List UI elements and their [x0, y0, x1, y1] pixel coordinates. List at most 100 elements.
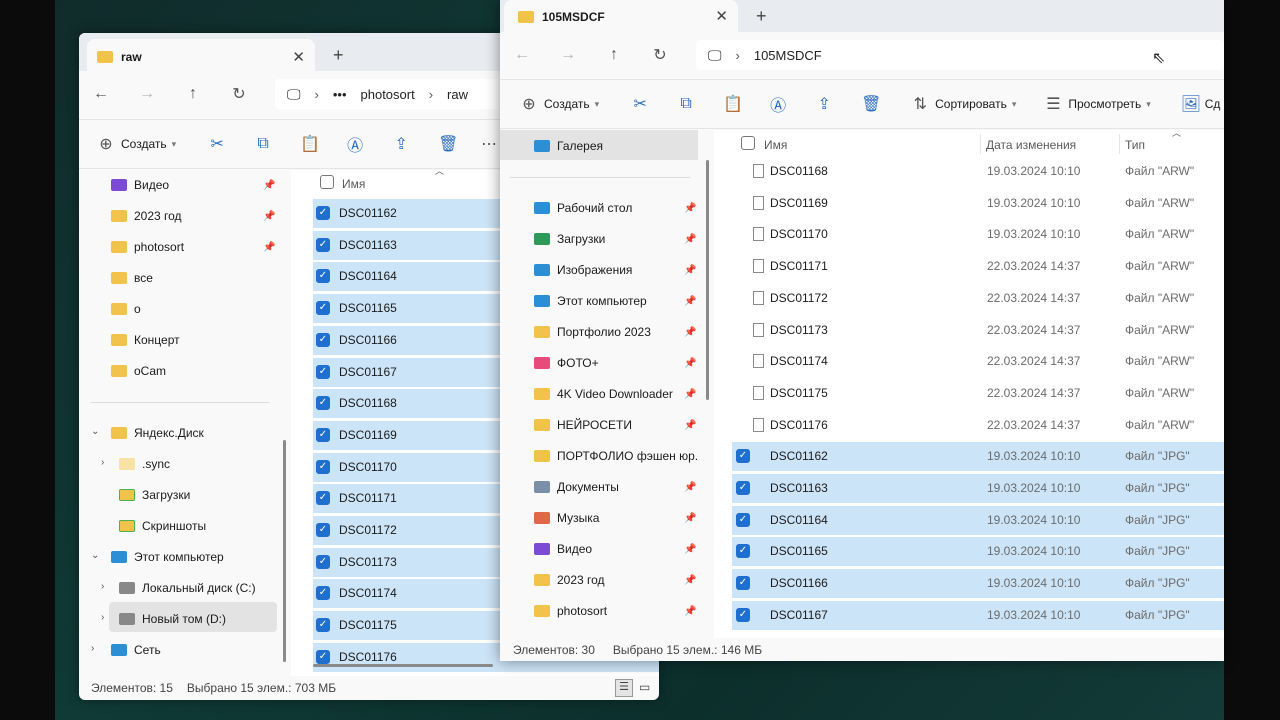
sidebar-item-ocam[interactable]: oCam — [111, 358, 166, 384]
chevron-right-icon[interactable]: › — [101, 581, 104, 592]
sidebar-scrollbar[interactable] — [283, 440, 286, 662]
new-tab-icon[interactable]: + — [333, 45, 344, 66]
row-checkbox[interactable]: ✓ — [316, 237, 330, 252]
address-bar[interactable]: 🖵 › 105MSDCF — [696, 40, 1224, 70]
sidebar-item[interactable]: Рабочий стол — [534, 195, 632, 221]
row-checkbox[interactable]: ✓ — [736, 607, 750, 622]
sidebar-item-drive-d[interactable]: Новый том (D:) — [119, 606, 226, 632]
sidebar-item-yandex-disk[interactable]: Яндекс.Диск — [111, 420, 204, 446]
sidebar-item-sync[interactable]: .sync — [119, 451, 170, 477]
breadcrumb-105msdcf[interactable]: 105MSDCF — [754, 48, 822, 63]
table-row[interactable]: DSC01170 19.03.2024 10:10 Файл "ARW" — [732, 220, 1224, 249]
tab-raw[interactable]: raw ✕ — [87, 39, 315, 75]
close-icon[interactable]: ✕ — [292, 48, 305, 66]
sidebar-item-concert[interactable]: Концерт — [111, 327, 180, 353]
more-icon[interactable]: ⋯ — [480, 134, 498, 154]
table-row[interactable]: DSC01174 22.03.2024 14:37 Файл "ARW" — [732, 347, 1224, 376]
breadcrumb-photosort[interactable]: photosort — [361, 87, 415, 102]
row-checkbox[interactable]: ✓ — [736, 512, 750, 527]
table-row[interactable]: DSC01176 22.03.2024 14:37 Файл "ARW" — [732, 411, 1224, 440]
row-checkbox[interactable]: ✓ — [316, 618, 330, 633]
cut-icon[interactable]: ✂ — [208, 134, 226, 154]
sidebar-scrollbar[interactable] — [706, 160, 709, 400]
refresh-icon[interactable]: ↻ — [648, 45, 672, 65]
sidebar-item-this-pc[interactable]: Этот компьютер — [111, 544, 224, 570]
table-row[interactable]: DSC01172 22.03.2024 14:37 Файл "ARW" — [732, 284, 1224, 313]
row-checkbox[interactable]: ✓ — [316, 491, 330, 506]
column-header-name[interactable]: Имя — [342, 177, 365, 191]
horizontal-scrollbar[interactable] — [313, 664, 493, 667]
table-row[interactable]: DSC01173 22.03.2024 14:37 Файл "ARW" — [732, 316, 1224, 345]
sort-button[interactable]: ⇅ Сортировать ▾ — [911, 94, 1016, 114]
select-all-checkbox[interactable] — [320, 175, 334, 189]
sidebar-item[interactable]: 4K Video Downloader — [534, 381, 673, 407]
up-arrow-icon[interactable]: ↑ — [181, 85, 205, 103]
sidebar-item[interactable]: Загрузки — [534, 226, 605, 252]
sidebar-item-screenshots[interactable]: Скриншоты — [119, 513, 206, 539]
table-row[interactable]: ✓ DSC01162 19.03.2024 10:10 Файл "JPG" — [732, 442, 1224, 472]
rename-icon[interactable]: Ⓐ — [346, 132, 364, 156]
sidebar-item[interactable]: ФОТО+ — [534, 350, 599, 376]
sidebar-item-2023[interactable]: 2023 год — [111, 203, 182, 229]
share-icon[interactable]: ⇪ — [815, 94, 833, 114]
copy-icon[interactable]: ⧉ — [254, 135, 272, 153]
refresh-icon[interactable]: ↻ — [227, 84, 251, 104]
paste-icon[interactable]: 📋 — [300, 134, 320, 154]
view-button[interactable]: ☰ Просмотреть ▾ — [1044, 94, 1151, 114]
row-checkbox[interactable]: ✓ — [316, 206, 330, 220]
delete-icon[interactable]: 🗑 — [438, 134, 458, 154]
up-arrow-icon[interactable]: ↑ — [602, 46, 626, 64]
sidebar-item[interactable]: 2023 год — [534, 567, 605, 593]
tiles-view-icon[interactable]: ▭ — [639, 680, 650, 694]
back-arrow-icon[interactable]: ← — [89, 85, 113, 103]
row-checkbox[interactable]: ✓ — [736, 481, 750, 495]
new-tab-icon[interactable]: + — [756, 6, 767, 27]
table-row[interactable]: ✓ DSC01165 19.03.2024 10:10 Файл "JPG" — [732, 537, 1224, 567]
table-row[interactable]: DSC01171 22.03.2024 14:37 Файл "ARW" — [732, 252, 1224, 281]
sidebar-item[interactable]: Портфолио 2023 — [534, 319, 651, 345]
table-row[interactable]: DSC01175 22.03.2024 14:37 Файл "ARW" — [732, 379, 1224, 408]
chevron-right-icon[interactable]: › — [91, 643, 94, 654]
row-checkbox[interactable]: ✓ — [736, 576, 750, 591]
row-checkbox[interactable]: ✓ — [736, 449, 750, 464]
row-checkbox[interactable]: ✓ — [316, 364, 330, 379]
sidebar-item[interactable]: Этот компьютер — [534, 288, 647, 314]
table-row[interactable]: DSC01168 19.03.2024 10:10 Файл "ARW" — [732, 157, 1224, 186]
table-row[interactable]: ✓ DSC01167 19.03.2024 10:10 Файл "JPG" — [732, 600, 1224, 630]
row-checkbox[interactable]: ✓ — [316, 554, 330, 569]
chevron-down-icon[interactable]: ⌄ — [91, 550, 99, 561]
delete-icon[interactable]: 🗑 — [861, 94, 881, 114]
share-icon[interactable]: ⇪ — [392, 134, 410, 154]
chevron-down-icon[interactable]: ⌄ — [91, 426, 99, 437]
row-checkbox[interactable]: ✓ — [316, 332, 330, 347]
chevron-right-icon[interactable]: › — [101, 457, 104, 468]
back-arrow-icon[interactable]: ← — [510, 46, 534, 64]
sidebar-item-downloads[interactable]: Загрузки — [119, 482, 190, 508]
tab-105msdcf[interactable]: 105MSDCF ✕ — [504, 0, 738, 34]
row-checkbox[interactable]: ✓ — [316, 427, 330, 442]
row-checkbox[interactable]: ✓ — [316, 523, 330, 537]
row-checkbox[interactable]: ✓ — [316, 301, 330, 316]
column-header-name[interactable]: Имя — [764, 138, 787, 152]
column-header-type[interactable]: Тип — [1125, 138, 1145, 152]
sidebar-item[interactable]: photosort — [534, 598, 607, 624]
row-checkbox[interactable]: ✓ — [316, 269, 330, 284]
sidebar-item-gallery[interactable]: Галерея — [534, 133, 603, 159]
sidebar-item[interactable]: Видео — [534, 536, 592, 562]
breadcrumb-overflow[interactable]: ••• — [333, 87, 347, 102]
sidebar-item-o[interactable]: о — [111, 296, 141, 322]
copy-icon[interactable]: ⧉ — [677, 95, 695, 113]
cut-icon[interactable]: ✂ — [631, 94, 649, 114]
table-row[interactable]: DSC01169 19.03.2024 10:10 Файл "ARW" — [732, 189, 1224, 218]
row-checkbox[interactable]: ✓ — [316, 396, 330, 411]
sidebar-item[interactable]: НЕЙРОСЕТИ — [534, 412, 632, 438]
rename-icon[interactable]: Ⓐ — [769, 92, 787, 116]
details-view-icon[interactable]: ☰ — [615, 679, 633, 697]
table-row[interactable]: ✓ DSC01163 19.03.2024 10:10 Файл "JPG" — [732, 474, 1224, 503]
sidebar-item[interactable]: Документы — [534, 474, 619, 500]
sidebar-item[interactable]: Изображения — [534, 257, 632, 283]
select-all-checkbox[interactable] — [741, 136, 755, 150]
row-checkbox[interactable]: ✓ — [316, 459, 330, 474]
sidebar-item[interactable]: ПОРТФОЛИО фэшен юр. — [534, 443, 698, 469]
sidebar-item-network[interactable]: Сеть — [111, 637, 161, 663]
